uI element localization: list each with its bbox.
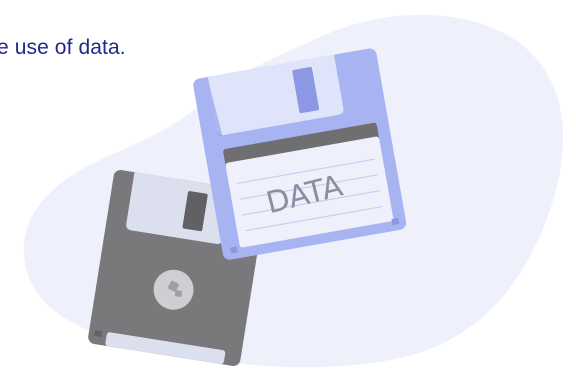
floppy-disks-illustration: DATA (23, 14, 564, 368)
write-protect-notch (94, 329, 103, 338)
corner-notch-left (229, 246, 238, 254)
corner-notch-right (391, 217, 400, 226)
hub-notch (174, 290, 183, 297)
floppy-disk-front: DATA (193, 48, 407, 260)
